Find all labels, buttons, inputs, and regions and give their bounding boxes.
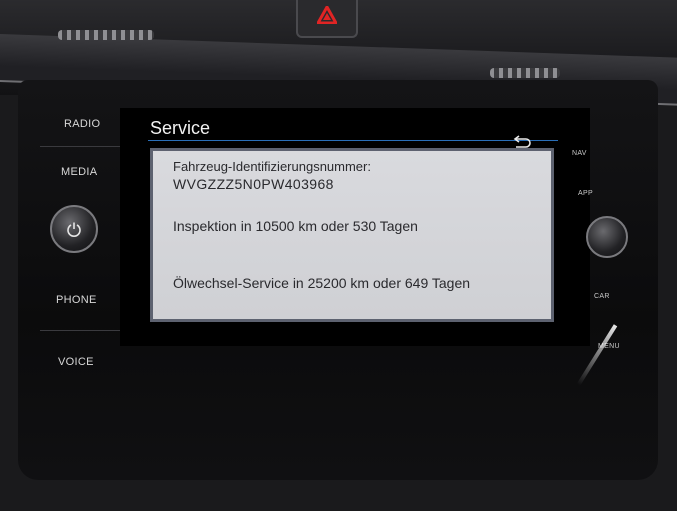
inspection-info: Inspektion in 10500 km oder 530 Tagen (173, 218, 418, 234)
car-button[interactable]: CAR (594, 293, 610, 300)
voice-button[interactable]: VOICE (58, 356, 94, 368)
nav-button[interactable]: NAV (572, 150, 587, 157)
media-button[interactable]: MEDIA (61, 166, 97, 178)
service-info-panel: Fahrzeug-Identifizierungsnummer: WVGZZZ5… (150, 148, 554, 322)
power-icon (67, 222, 81, 237)
air-vent-left (58, 30, 154, 40)
left-divider-1 (40, 146, 120, 147)
app-button[interactable]: APP (578, 190, 593, 197)
left-divider-2 (40, 330, 120, 331)
tune-scroll-knob[interactable] (586, 216, 628, 258)
hazard-button[interactable] (296, 0, 358, 38)
power-volume-knob[interactable] (50, 205, 98, 253)
page-title: Service (150, 118, 211, 138)
oil-service-info: Ölwechsel-Service in 25200 km oder 649 T… (173, 275, 471, 291)
vin-label: Fahrzeug-Identifizierungsnummer: (173, 159, 371, 174)
hazard-triangle-icon (317, 6, 337, 24)
radio-button[interactable]: RADIO (64, 118, 100, 130)
phone-button[interactable]: PHONE (56, 294, 97, 306)
air-vent-right (490, 68, 560, 78)
vin-value: WVGZZZ5N0PW403968 (173, 176, 334, 192)
title-underline (148, 140, 558, 141)
